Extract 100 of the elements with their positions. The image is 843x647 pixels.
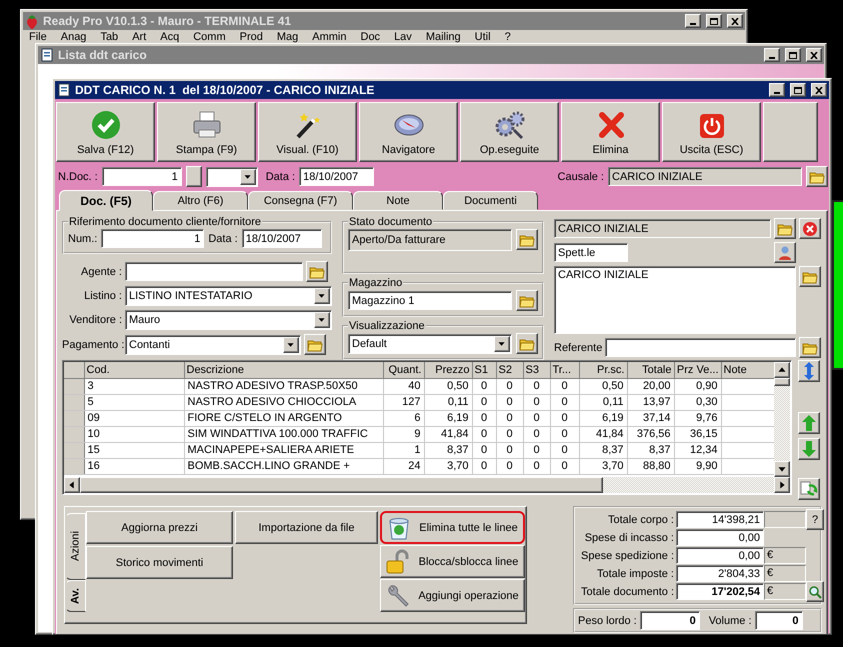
- total-field[interactable]: 14'398,21: [676, 511, 764, 528]
- toolbar-button[interactable]: Op.eseguite: [460, 102, 559, 162]
- menu-item[interactable]: Anag: [60, 31, 86, 43]
- menu-item[interactable]: Mag: [276, 31, 298, 43]
- close-button[interactable]: [811, 83, 827, 97]
- tab[interactable]: Note: [353, 191, 443, 210]
- menu-item[interactable]: Doc: [360, 31, 380, 43]
- column-header[interactable]: Pr.sc.: [579, 362, 627, 378]
- name-field[interactable]: CARICO INIZIALE: [554, 219, 771, 238]
- contact-field[interactable]: [605, 338, 796, 357]
- status-field[interactable]: Aperto/Da fatturare: [348, 229, 512, 251]
- scroll-right-button[interactable]: [774, 477, 790, 493]
- move-down-button[interactable]: [798, 438, 820, 460]
- causale-field[interactable]: CARICO INIZIALE: [608, 167, 802, 186]
- column-header[interactable]: S2: [496, 362, 523, 378]
- vertical-scrollbar[interactable]: [774, 362, 790, 477]
- total-field[interactable]: 2'804,33: [676, 565, 764, 582]
- agent-field[interactable]: [125, 262, 303, 281]
- scroll-thumb[interactable]: [80, 477, 603, 493]
- menu-item[interactable]: Acq: [160, 31, 180, 43]
- folder-button[interactable]: [806, 166, 828, 187]
- column-header[interactable]: Descrizione: [184, 362, 383, 378]
- menu-item[interactable]: ?: [504, 31, 511, 43]
- scroll-down-button[interactable]: [774, 461, 790, 477]
- dropdown-field[interactable]: Mauro: [125, 310, 332, 330]
- refresh-button[interactable]: [798, 478, 820, 500]
- column-header[interactable]: Quant.: [383, 362, 424, 378]
- total-field[interactable]: 0,00: [676, 547, 764, 564]
- menu-item[interactable]: Ammin: [312, 31, 346, 43]
- toolbar-button[interactable]: Uscita (ESC): [662, 102, 761, 162]
- menu-item[interactable]: Art: [132, 31, 146, 43]
- blank-button[interactable]: [763, 102, 818, 162]
- maximize-button[interactable]: [706, 14, 722, 28]
- toolbar-button[interactable]: Visual. (F10): [258, 102, 357, 162]
- help-button[interactable]: ?: [806, 509, 824, 530]
- dropdown-field[interactable]: Default: [348, 334, 512, 354]
- action-button[interactable]: Importazione da file: [235, 511, 378, 544]
- folder-button[interactable]: [799, 266, 821, 287]
- maximize-button[interactable]: [790, 83, 806, 97]
- menu-item[interactable]: Util: [474, 31, 491, 43]
- column-header[interactable]: S1: [472, 362, 496, 378]
- warehouse-field[interactable]: Magazzino 1: [348, 291, 512, 310]
- scroll-thumb[interactable]: [774, 378, 790, 386]
- dropdown-field[interactable]: Contanti: [125, 334, 301, 354]
- minimize-button[interactable]: [685, 14, 701, 28]
- column-header[interactable]: S3: [523, 362, 550, 378]
- column-header[interactable]: Cod.: [84, 362, 184, 378]
- column-header[interactable]: Prezzo: [424, 362, 472, 378]
- tab[interactable]: Doc. (F5): [59, 190, 153, 211]
- sort-button[interactable]: [798, 360, 820, 382]
- minimize-button[interactable]: [769, 83, 785, 97]
- menu-item[interactable]: Comm: [193, 31, 226, 43]
- dropdown-field[interactable]: LISTINO INTESTATARIO: [125, 286, 332, 306]
- action-button[interactable]: Elimina tutte le linee: [380, 511, 525, 544]
- zoom-button[interactable]: [806, 581, 824, 602]
- maximize-button[interactable]: [785, 48, 801, 62]
- folder-button[interactable]: [799, 337, 821, 358]
- column-header[interactable]: Tr...: [550, 362, 579, 378]
- folder-button[interactable]: [516, 333, 538, 354]
- column-header[interactable]: Totale: [627, 362, 674, 378]
- date-field[interactable]: 18/10/2007: [242, 229, 322, 248]
- folder-button[interactable]: [774, 218, 796, 239]
- tab[interactable]: Documenti: [443, 191, 538, 210]
- tab[interactable]: Altro (F6): [153, 191, 248, 210]
- weight-field[interactable]: 0: [640, 611, 700, 630]
- total-field[interactable]: 17'202,54: [676, 583, 764, 600]
- folder-button[interactable]: [516, 290, 538, 311]
- total-field[interactable]: 0,00: [676, 529, 764, 546]
- horizontal-scrollbar[interactable]: [64, 477, 790, 493]
- vertical-tab[interactable]: Azioni: [65, 513, 86, 580]
- document-number-field[interactable]: 1: [102, 167, 182, 186]
- column-header[interactable]: Note: [721, 362, 774, 378]
- close-button[interactable]: [727, 14, 743, 28]
- vertical-tab[interactable]: Av.: [65, 580, 86, 612]
- action-button[interactable]: Aggiungi operazione: [380, 579, 525, 612]
- move-up-button[interactable]: [798, 412, 820, 434]
- toolbar-button[interactable]: Navigatore: [359, 102, 458, 162]
- menu-item[interactable]: File: [29, 31, 47, 43]
- action-button[interactable]: Storico movimenti: [86, 546, 233, 579]
- date-field[interactable]: 18/10/2007: [299, 167, 374, 186]
- toolbar-button[interactable]: Elimina: [561, 102, 660, 162]
- folder-button[interactable]: [304, 334, 326, 355]
- title-field[interactable]: Spett.le: [554, 243, 628, 262]
- folder-button[interactable]: [306, 261, 328, 282]
- contact-button[interactable]: [774, 242, 796, 263]
- tab[interactable]: Consegna (F7): [248, 191, 353, 210]
- volume-field[interactable]: 0: [754, 611, 803, 630]
- action-button[interactable]: Blocca/sblocca linee: [380, 545, 525, 578]
- small-button[interactable]: [186, 166, 202, 187]
- address-field[interactable]: CARICO INIZIALE: [554, 266, 796, 334]
- menu-item[interactable]: Tab: [100, 31, 118, 43]
- close-button[interactable]: [806, 48, 822, 62]
- menu-item[interactable]: Lav: [394, 31, 412, 43]
- menu-item[interactable]: Prod: [240, 31, 263, 43]
- number-field[interactable]: 1: [101, 229, 204, 248]
- dropdown-field[interactable]: [206, 166, 258, 186]
- toolbar-button[interactable]: Stampa (F9): [157, 102, 256, 162]
- toolbar-button[interactable]: Salva (F12): [56, 102, 155, 162]
- clear-button[interactable]: [799, 218, 821, 239]
- column-header[interactable]: Prz Ve...: [674, 362, 721, 378]
